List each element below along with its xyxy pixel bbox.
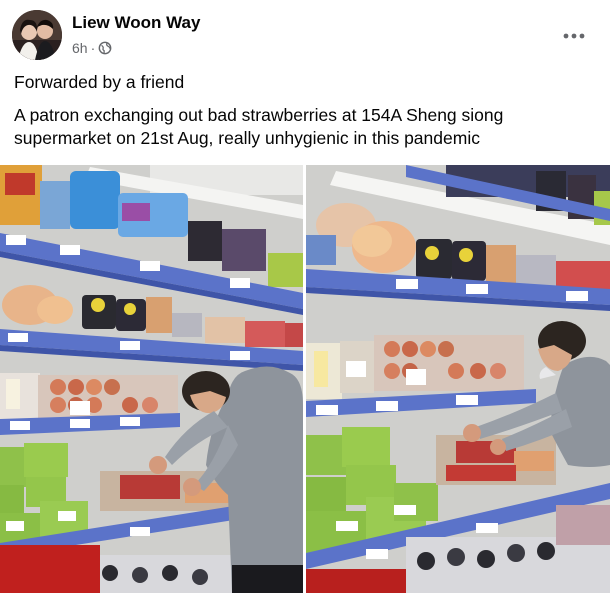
photo-right[interactable] [306, 165, 610, 593]
author-avatar[interactable] [12, 10, 62, 60]
photo-left[interactable] [0, 165, 303, 593]
author-name[interactable]: Liew Woon Way [72, 13, 200, 33]
post-text-line-2: A patron exchanging out bad strawberries… [14, 105, 504, 148]
post-text: Forwarded by a friend A patron exchangin… [14, 71, 596, 150]
avatar-photo [12, 10, 62, 60]
post-header: Liew Woon Way 6h · [12, 10, 598, 62]
globe-icon[interactable] [98, 41, 112, 55]
post-text-line-1: Forwarded by a friend [14, 72, 185, 92]
photo-grid [0, 165, 610, 593]
post-meta: 6h · [72, 40, 112, 56]
post-timestamp[interactable]: 6h [72, 40, 88, 56]
supermarket-photo-left [0, 165, 303, 593]
more-options-icon[interactable] [556, 18, 592, 54]
facebook-post: Liew Woon Way 6h · Forwarded by a friend… [0, 0, 610, 593]
meta-separator: · [90, 40, 96, 56]
supermarket-photo-right [306, 165, 610, 593]
